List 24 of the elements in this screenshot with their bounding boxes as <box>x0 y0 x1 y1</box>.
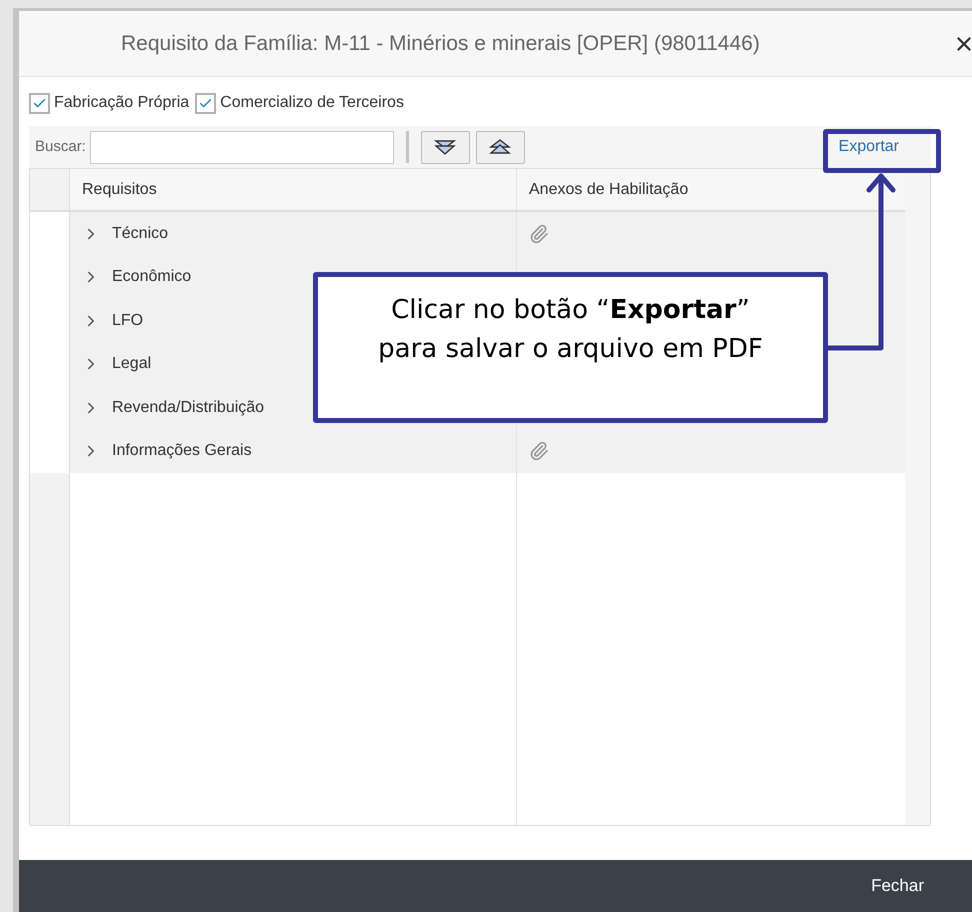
column-header: Requisitos <box>70 169 517 210</box>
double-down-icon <box>434 138 456 156</box>
tree-row-label[interactable]: Revenda/Distribuição <box>112 396 264 420</box>
close-button[interactable]: Fechar <box>871 873 924 899</box>
search-field[interactable] <box>90 130 394 164</box>
search-label: Buscar: <box>35 136 86 157</box>
export-link[interactable]: Exportar <box>812 126 925 168</box>
expand-all-button[interactable] <box>420 130 470 164</box>
checkbox[interactable] <box>195 92 216 114</box>
tree-row-label[interactable]: Legal <box>112 352 152 376</box>
checkbox-label: Fabricação Própria <box>54 93 190 113</box>
tree-row-label[interactable]: Econômico <box>112 265 192 290</box>
collapse-all-button[interactable] <box>476 130 525 164</box>
callout-text: Clicar no botão “Exportar” para salvar o arquivo em PDF <box>378 294 763 366</box>
checkbox[interactable] <box>29 92 50 114</box>
tree-row-label[interactable]: LFO <box>112 308 144 333</box>
dialog-title: Requisito da Família: M-11 - Minérios e minerais [OPER] (98011446) <box>121 30 760 57</box>
tree-row-label[interactable]: Informações Gerais <box>112 439 252 464</box>
tree-row-label[interactable]: Técnico <box>112 222 168 246</box>
paperclip-icon[interactable] <box>529 441 549 462</box>
checkbox-label: Comercializo de Terceiros <box>220 93 404 113</box>
column-header: Anexos de Habilitação <box>528 180 690 200</box>
paperclip-icon[interactable] <box>529 224 549 244</box>
double-up-icon <box>489 138 512 156</box>
